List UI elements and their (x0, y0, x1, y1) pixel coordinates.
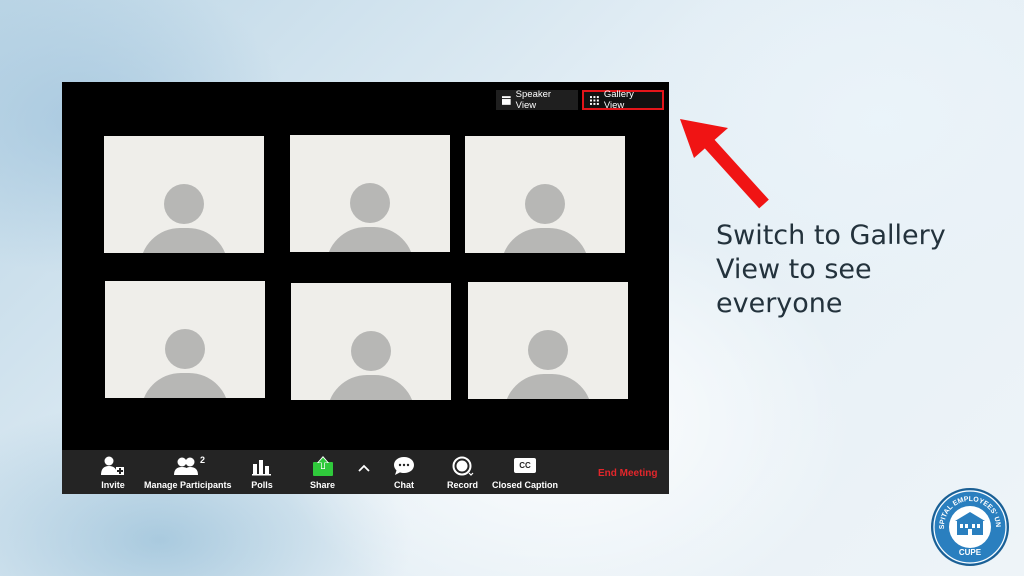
invite-icon (101, 456, 124, 475)
gallery-view-label: Gallery View (603, 89, 634, 111)
invite-label: Invite (101, 480, 125, 490)
record-button[interactable]: Record (447, 456, 478, 496)
manage-participants-label: Manage Participants (144, 480, 232, 490)
speaker-view-icon (502, 95, 511, 105)
cc-badge-text: CC (519, 461, 531, 470)
avatar-body (327, 375, 415, 400)
share-button[interactable]: Share (310, 456, 335, 496)
participant-tile[interactable] (465, 136, 625, 253)
avatar-head (351, 331, 391, 371)
annotation-text: Switch to Gallery View to see everyone (716, 220, 946, 319)
participant-tile[interactable] (468, 282, 628, 399)
avatar-head (164, 184, 204, 224)
avatar-body (326, 227, 414, 252)
participants-icon (173, 457, 198, 475)
polls-button[interactable]: Polls (251, 456, 273, 496)
avatar-body (141, 373, 229, 398)
red-arrow-icon (680, 119, 769, 209)
avatar-head (165, 329, 205, 369)
participant-count-badge: 2 (200, 455, 206, 465)
polls-icon (252, 460, 271, 476)
manage-participants-button[interactable]: Manage Participants (144, 456, 232, 496)
end-meeting-label: End Meeting (598, 468, 658, 479)
closed-caption-button[interactable]: CC Closed Caption (492, 456, 558, 496)
closed-caption-icon: CC (514, 458, 536, 473)
polls-label: Polls (251, 480, 273, 490)
chat-icon (394, 457, 414, 475)
participant-tile[interactable] (291, 283, 451, 400)
participant-tile[interactable] (105, 281, 265, 398)
share-screen-icon (312, 456, 333, 476)
share-options-chevron-up-icon[interactable] (358, 464, 370, 472)
end-meeting-button[interactable]: End Meeting (598, 468, 657, 479)
logo-bottom-text: CUPE (959, 548, 982, 557)
speaker-view-button[interactable]: Speaker View (496, 89, 578, 111)
gallery-view-icon (590, 95, 599, 105)
record-label: Record (447, 480, 479, 490)
speaker-view-label: Speaker View (515, 89, 552, 111)
avatar-head (528, 330, 568, 370)
chat-label: Chat (394, 480, 414, 490)
participant-tile[interactable] (290, 135, 450, 252)
avatar-head (350, 183, 390, 223)
participant-tile[interactable] (104, 136, 264, 253)
avatar-body (501, 228, 589, 253)
record-icon (452, 456, 473, 476)
avatar-body (504, 374, 592, 399)
share-label: Share (310, 480, 336, 490)
closed-caption-label: Closed Caption (492, 480, 559, 490)
union-logo: HOSPITAL EMPLOYEES' UNION CUPE (930, 487, 1009, 566)
avatar-head (525, 184, 565, 224)
chat-button[interactable]: Chat (392, 456, 416, 496)
invite-button[interactable]: Invite (100, 456, 126, 496)
avatar-body (140, 228, 228, 253)
gallery-view-button[interactable]: Gallery View (582, 89, 664, 111)
